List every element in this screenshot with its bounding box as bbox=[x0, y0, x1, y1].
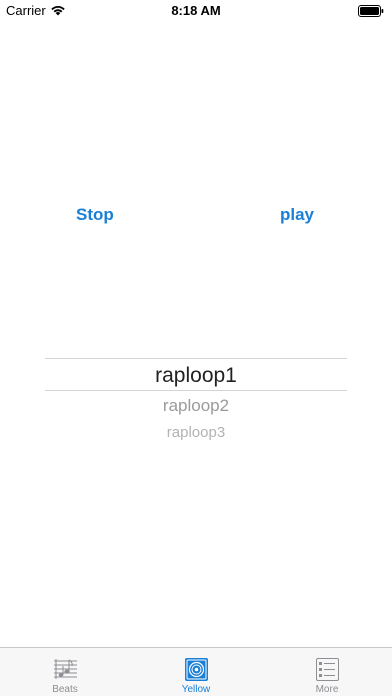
tab-label: More bbox=[315, 684, 339, 695]
tab-yellow[interactable]: Yellow bbox=[131, 648, 261, 696]
picker-selection-bottom-line bbox=[45, 390, 347, 391]
status-bar: Carrier 8:18 AM bbox=[0, 0, 392, 22]
list-icon bbox=[316, 658, 339, 681]
play-button[interactable]: play bbox=[280, 205, 314, 225]
battery-icon bbox=[358, 5, 384, 17]
tab-beats[interactable]: Beats bbox=[0, 648, 130, 696]
picker-selection-top-line bbox=[45, 358, 347, 359]
loop-picker[interactable]: raploop1 raploop2 raploop3 bbox=[45, 350, 347, 460]
tab-more[interactable]: More bbox=[262, 648, 392, 696]
picker-row[interactable]: raploop2 bbox=[45, 396, 347, 416]
stop-button[interactable]: Stop bbox=[76, 205, 114, 225]
tab-bar: Beats Yellow More bbox=[0, 647, 392, 696]
music-score-icon bbox=[54, 659, 77, 679]
tab-label: Beats bbox=[52, 684, 78, 695]
status-time: 8:18 AM bbox=[171, 3, 221, 18]
picker-row[interactable]: raploop3 bbox=[45, 424, 347, 441]
picker-row-selected[interactable]: raploop1 bbox=[45, 364, 347, 388]
speaker-icon bbox=[185, 658, 208, 681]
tab-label: Yellow bbox=[181, 684, 211, 695]
